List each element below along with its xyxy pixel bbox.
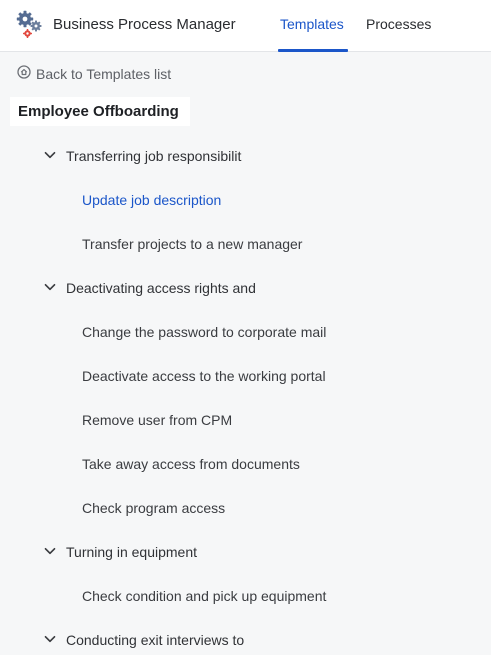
tree-item-change-password[interactable]: Change the password to corporate mail [82, 321, 326, 343]
tree-group-label: Conducting exit interviews to [66, 632, 245, 648]
app-title: Business Process Manager [53, 16, 236, 33]
tree-item-check-equipment[interactable]: Check condition and pick up equipment [82, 585, 326, 607]
back-to-templates-link[interactable]: Back to Templates list [17, 65, 171, 82]
tree-group-transferring[interactable]: Transferring job responsibilit [44, 145, 241, 167]
chevron-down-icon[interactable] [44, 145, 66, 167]
tree-item-remove-from-cpm[interactable]: Remove user from CPM [82, 409, 232, 431]
tree-group-label: Turning in equipment [66, 544, 198, 560]
active-tab-indicator [278, 49, 348, 52]
tree-item-check-program-access[interactable]: Check program access [82, 497, 225, 519]
tree-group-exit-interviews[interactable]: Conducting exit interviews to [44, 629, 244, 651]
top-bar: Business Process Manager Templates Proce… [0, 0, 491, 52]
tab-templates[interactable]: Templates [280, 16, 344, 32]
template-title: Employee Offboarding [10, 97, 190, 126]
back-link-label: Back to Templates list [36, 65, 172, 82]
gears-icon [16, 10, 46, 40]
tree-group-label: Transferring job responsibilit [66, 148, 242, 164]
tree-group-label: Deactivating access rights and [66, 280, 256, 296]
chevron-down-icon[interactable] [44, 277, 66, 299]
chevron-down-icon[interactable] [44, 629, 66, 651]
tree-item-update-job-description[interactable]: Update job description [82, 189, 221, 211]
tree-item-deactivate-portal[interactable]: Deactivate access to the working portal [82, 365, 326, 387]
tree-item-transfer-projects[interactable]: Transfer projects to a new manager [82, 233, 302, 255]
tab-processes[interactable]: Processes [366, 16, 431, 32]
home-icon [17, 65, 36, 82]
chevron-down-icon[interactable] [44, 541, 66, 563]
tree-group-equipment[interactable]: Turning in equipment [44, 541, 197, 563]
tree-group-deactivating[interactable]: Deactivating access rights and [44, 277, 256, 299]
tree-item-take-away-documents[interactable]: Take away access from documents [82, 453, 300, 475]
